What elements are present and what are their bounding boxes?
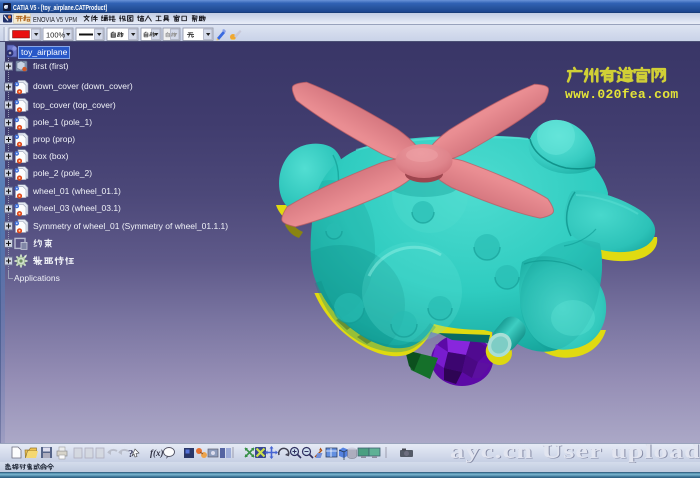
svg-text:f(x): f(x) (150, 448, 164, 458)
svg-text:100%: 100% (46, 31, 66, 40)
